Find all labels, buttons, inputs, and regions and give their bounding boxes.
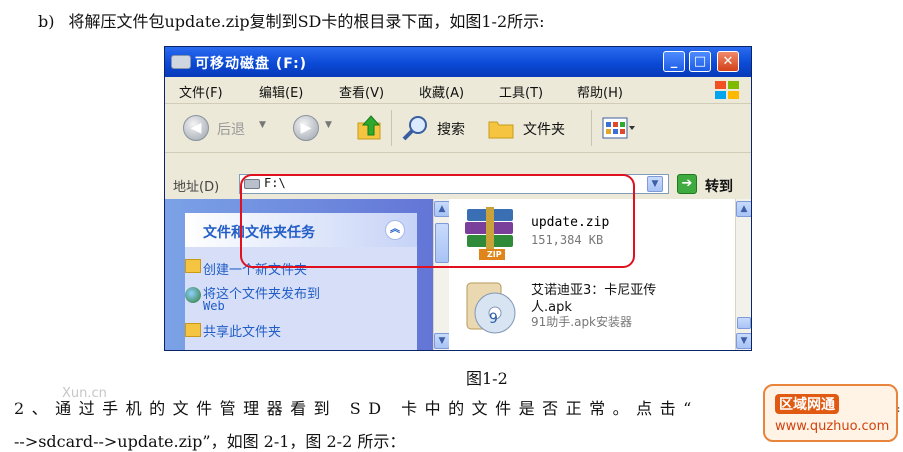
windows-logo-icon (715, 81, 739, 99)
address-label: 地址(D) (173, 180, 220, 195)
folders-button-label[interactable]: 文件夹 (523, 119, 565, 139)
site-logo-stamp: 区域网通 www.quzhuo.com (763, 384, 898, 442)
stamp-line1: 区域网通 (775, 394, 839, 414)
up-folder-icon[interactable] (355, 113, 385, 143)
menu-bar: 文件(F) 编辑(E) 查看(V) 收藏(A) 工具(T) 帮助(H) (165, 77, 751, 104)
scroll-down-icon[interactable]: ▼ (736, 333, 751, 349)
step-b-tag: b) (38, 12, 55, 31)
menu-favorites[interactable]: 收藏(A) (419, 82, 464, 101)
title-bar[interactable]: 可移动磁盘 (F:) _ □ ✕ (165, 47, 751, 77)
address-dropdown-icon[interactable]: ▼ (647, 176, 663, 192)
file-description: 91助手.apk安装器 (531, 315, 633, 329)
apk-installer-icon: 9 (466, 282, 516, 334)
go-button-label[interactable]: 转到 (705, 176, 733, 196)
share-folder-icon (185, 323, 201, 337)
toolbar: ◀ 后退 ▼ ▶ ▼ 搜索 文件夹 (165, 104, 751, 153)
scroll-down-icon[interactable]: ▼ (434, 333, 450, 349)
back-button-label[interactable]: 后退 (217, 119, 245, 139)
forward-arrow-icon[interactable]: ▶ (293, 115, 319, 141)
menu-file[interactable]: 文件(F) (179, 82, 223, 101)
forward-dropdown-icon[interactable]: ▼ (325, 120, 332, 130)
go-arrow-icon[interactable]: ➔ (677, 174, 697, 194)
toolbar-separator (391, 110, 392, 146)
toolbar-separator (591, 110, 592, 146)
search-button-label[interactable]: 搜索 (437, 119, 465, 139)
stamp-line2: www.quzhuo.com (775, 419, 890, 434)
task-publish-web-line2[interactable]: Web (203, 299, 225, 313)
back-dropdown-icon[interactable]: ▼ (259, 120, 266, 130)
menu-view[interactable]: 查看(V) (339, 82, 384, 101)
publish-web-icon (185, 287, 201, 303)
step-b-line: b) 将解压文件包update.zip复制到SD卡的根目录下面，如图1-2所示: (38, 8, 545, 32)
file-item-apk[interactable]: 9 艾诺迪亚3：卡尼亚传 人.apk 91助手.apk安装器 (455, 273, 715, 343)
menu-edit[interactable]: 编辑(E) (259, 82, 303, 101)
step-b-text: 将解压文件包update.zip复制到SD卡的根目录下面，如图1-2所示: (68, 12, 545, 31)
file-list-scrollbar[interactable]: ▲ ▼ (735, 199, 751, 350)
svg-text:9: 9 (489, 311, 498, 327)
new-folder-icon (185, 259, 201, 273)
scroll-thumb[interactable] (737, 317, 751, 329)
close-button[interactable]: ✕ (717, 51, 739, 72)
minimize-button[interactable]: _ (663, 51, 685, 72)
figure-caption: 图1-2 (466, 369, 508, 388)
step-2-paragraph: 2、通过手机的文件管理器看到 SD 卡中的文件是否正常。点击“ (14, 399, 699, 418)
task-share-folder[interactable]: 共享此文件夹 (203, 321, 281, 340)
window-title: 可移动磁盘 (F:) (195, 56, 308, 72)
menu-help[interactable]: 帮助(H) (577, 82, 623, 101)
scroll-up-icon[interactable]: ▲ (736, 201, 751, 217)
back-arrow-icon[interactable]: ◀ (183, 115, 209, 141)
step-2-paragraph-line2: -->sdcard-->update.zip”，如图 2-1，图 2-2 所示： (14, 432, 406, 451)
views-icon[interactable] (601, 116, 635, 140)
maximize-button[interactable]: □ (689, 51, 711, 72)
drive-icon (171, 55, 191, 69)
folders-icon[interactable] (487, 116, 517, 140)
highlight-box (240, 174, 635, 268)
search-icon[interactable] (401, 114, 429, 142)
menu-tools[interactable]: 工具(T) (499, 82, 543, 101)
